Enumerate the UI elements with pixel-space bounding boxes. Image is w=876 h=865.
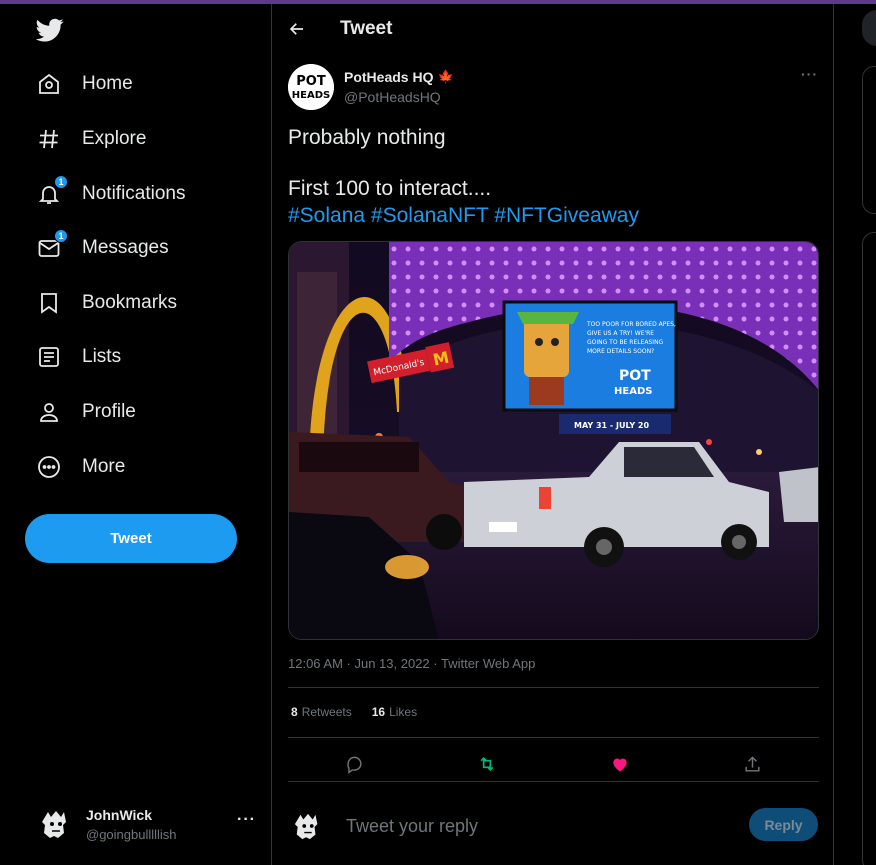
nav-explore[interactable]: Explore <box>24 115 158 163</box>
svg-text:MAY 31 - JULY 20: MAY 31 - JULY 20 <box>574 421 649 430</box>
nav-lists-label: Lists <box>82 346 122 367</box>
sidebar-card <box>862 232 876 865</box>
nav-profile[interactable]: Profile <box>24 388 148 436</box>
account-handle: @goingbulllllish <box>86 826 177 842</box>
nav-notifications[interactable]: 1 Notifications <box>24 170 198 218</box>
nav-more[interactable]: More <box>24 443 137 491</box>
sidebar: Home Explore 1 Notifications 1 Messages … <box>0 4 271 865</box>
canada-flag-icon: 🍁 <box>437 69 454 84</box>
nav-more-label: More <box>82 456 126 477</box>
share-icon[interactable] <box>735 746 771 782</box>
hashtag-link[interactable]: #SolanaNFT <box>371 204 489 227</box>
nav-explore-label: Explore <box>82 128 147 149</box>
tweet-stats: 8 Retweets 16 Likes <box>291 705 437 719</box>
tweet-hashtags: #Solana #SolanaNFT #NFTGiveaway <box>288 202 818 229</box>
retweet-icon[interactable] <box>469 746 505 782</box>
svg-text:GOING TO BE RELEASING: GOING TO BE RELEASING <box>587 339 664 346</box>
divider <box>288 781 819 782</box>
nav-lists[interactable]: Lists <box>24 333 133 381</box>
reply-button[interactable]: Reply <box>749 808 818 841</box>
tweet-menu-icon[interactable]: ··· <box>801 66 818 82</box>
more-circle-icon <box>36 454 62 480</box>
author-name[interactable]: PotHeads HQ 🍁 <box>344 69 454 85</box>
twitter-logo-icon[interactable] <box>35 16 64 44</box>
hashtag-link[interactable]: #NFTGiveaway <box>494 204 639 227</box>
likes-stat[interactable]: 16 Likes <box>372 705 417 719</box>
svg-text:MORE DETAILS SOON?: MORE DETAILS SOON? <box>587 348 654 355</box>
divider <box>288 687 819 688</box>
back-arrow-icon[interactable] <box>288 19 308 39</box>
svg-text:HEADS: HEADS <box>614 386 652 397</box>
svg-text:HEADS: HEADS <box>292 90 330 101</box>
person-icon <box>36 399 62 425</box>
envelope-icon: 1 <box>36 229 68 261</box>
tweet-line-2: First 100 to interact.... <box>288 177 492 200</box>
svg-text:POT: POT <box>296 74 326 89</box>
likes-count: 16 <box>371 705 386 719</box>
author-handle: @PotHeadsHQ <box>344 89 441 105</box>
user-avatar <box>36 804 76 844</box>
like-icon[interactable] <box>602 746 638 782</box>
author-avatar[interactable]: POT HEADS <box>288 64 334 110</box>
account-switcher[interactable]: JohnWick @goingbulllllish ··· <box>36 799 262 849</box>
tweet-photo[interactable]: TOO POOR FOR BORED APES, GIVE US A TRY! … <box>288 241 819 640</box>
tweet-line-1: Probably nothing <box>288 126 446 149</box>
retweets-stat[interactable]: 8 Retweets <box>291 705 352 719</box>
retweets-label: Retweets <box>301 705 352 719</box>
svg-text:POT: POT <box>619 368 651 384</box>
account-more-icon[interactable]: ··· <box>237 811 256 829</box>
nav-notifications-label: Notifications <box>82 183 186 204</box>
page-header: Tweet <box>272 4 833 54</box>
main-column: Tweet POT HEADS PotHeads HQ 🍁 @PotHeadsH… <box>271 4 834 865</box>
bookmark-icon <box>36 290 62 316</box>
retweets-count: 8 <box>291 705 298 719</box>
reply-icon[interactable] <box>336 746 372 782</box>
nav-profile-label: Profile <box>82 401 136 422</box>
nav-messages[interactable]: 1 Messages <box>24 224 181 272</box>
nav-messages-label: Messages <box>82 237 169 258</box>
sidebar-card <box>862 66 876 214</box>
hashtag-icon <box>36 126 62 152</box>
bell-icon: 1 <box>36 175 68 207</box>
nav-home[interactable]: Home <box>24 60 145 108</box>
reply-composer: Reply <box>288 798 819 854</box>
page-title: Tweet <box>340 18 393 39</box>
nav-home-label: Home <box>82 73 133 94</box>
tweet-actions <box>288 746 819 782</box>
svg-text:TOO POOR FOR BORED APES,: TOO POOR FOR BORED APES, <box>586 321 676 328</box>
author-name-text: PotHeads HQ <box>344 69 434 85</box>
home-icon <box>36 71 62 97</box>
svg-text:GIVE US A TRY! WE'RE: GIVE US A TRY! WE'RE <box>587 330 654 337</box>
messages-badge: 1 <box>54 229 68 243</box>
divider <box>288 737 819 738</box>
compose-tweet-button[interactable]: Tweet <box>25 514 237 563</box>
search-bar[interactable] <box>862 10 876 46</box>
nav-bookmarks-label: Bookmarks <box>82 292 178 313</box>
nav-bookmarks[interactable]: Bookmarks <box>24 279 189 327</box>
tweet-author: POT HEADS PotHeads HQ 🍁 @PotHeadsHQ ··· <box>288 64 818 110</box>
list-icon <box>36 344 62 370</box>
likes-label: Likes <box>389 705 418 719</box>
reply-avatar <box>288 806 328 846</box>
tweet-text: Probably nothing First 100 to interact..… <box>288 124 818 229</box>
tweet-timestamp[interactable]: 12:06 AM · Jun 13, 2022 · Twitter Web Ap… <box>288 656 535 671</box>
notifications-badge: 1 <box>54 175 68 189</box>
account-name: JohnWick <box>86 806 152 823</box>
hashtag-link[interactable]: #Solana <box>288 204 365 227</box>
reply-input[interactable] <box>346 815 726 837</box>
